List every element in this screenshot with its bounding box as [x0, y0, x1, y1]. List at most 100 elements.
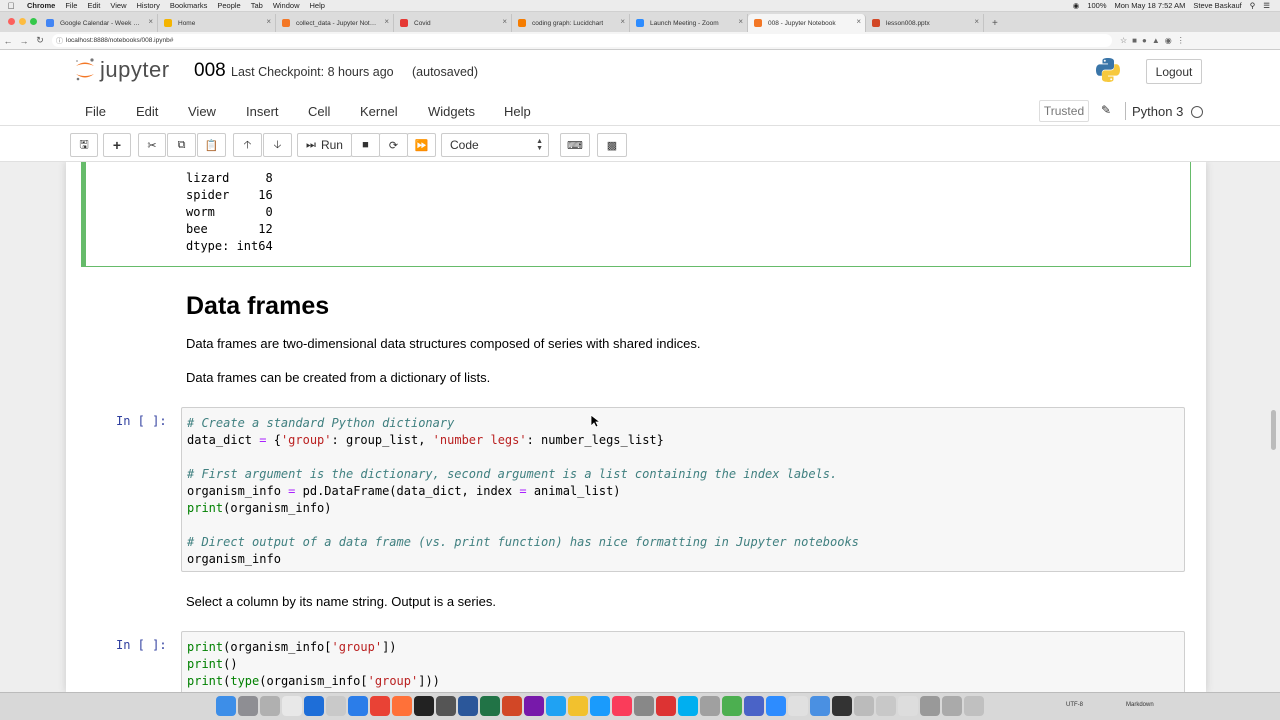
extension-icon[interactable]: ▲ — [1152, 36, 1160, 45]
os-menu-view[interactable]: View — [105, 1, 131, 10]
scrollbar-thumb[interactable] — [1271, 410, 1276, 450]
photos-icon[interactable] — [568, 696, 588, 716]
browser-tab[interactable]: Launch Meeting - Zoom × — [630, 14, 748, 32]
menu-kernel[interactable]: Kernel — [360, 104, 398, 119]
app-icon[interactable] — [700, 696, 720, 716]
tab-close-icon[interactable]: × — [266, 17, 271, 26]
tab-close-icon[interactable]: × — [974, 17, 979, 26]
markdown-paragraph[interactable]: Data frames are two-dimensional data str… — [186, 336, 700, 351]
os-menu-tab[interactable]: Tab — [246, 1, 268, 10]
onenote-icon[interactable] — [524, 696, 544, 716]
forward-icon[interactable]: → — [16, 36, 32, 46]
minimize-window-icon[interactable] — [19, 18, 26, 25]
menu-help[interactable]: Help — [504, 104, 531, 119]
chrome-icon[interactable] — [370, 696, 390, 716]
firefox-icon[interactable] — [392, 696, 412, 716]
system-preferences-icon[interactable] — [260, 696, 280, 716]
menu-list-icon[interactable]: ☰ — [1259, 1, 1274, 10]
reload-icon[interactable]: ↻ — [32, 35, 48, 46]
browser-tab[interactable]: lesson008.pptx × — [866, 14, 984, 32]
jupyter-logo[interactable]: jupyter — [74, 57, 170, 83]
profile-icon[interactable]: ◉ — [1165, 36, 1172, 45]
restart-run-all-button[interactable]: ⏩ — [407, 133, 436, 157]
outlook-icon[interactable] — [304, 696, 324, 716]
app-icon[interactable] — [832, 696, 852, 716]
markdown-paragraph[interactable]: Data frames can be created from a dictio… — [186, 370, 490, 385]
save-button[interactable]: 🖫 — [70, 133, 98, 157]
terminal-icon[interactable] — [414, 696, 434, 716]
safari-icon[interactable] — [546, 696, 566, 716]
menu-insert[interactable]: Insert — [246, 104, 279, 119]
run-button[interactable]: ⏭ Run — [297, 133, 352, 157]
document-icon[interactable] — [876, 696, 896, 716]
finder-icon[interactable] — [216, 696, 236, 716]
folder-icon[interactable] — [810, 696, 830, 716]
os-menu-people[interactable]: People — [212, 1, 245, 10]
menu-widgets[interactable]: Widgets — [428, 104, 475, 119]
menu-cell[interactable]: Cell — [308, 104, 330, 119]
close-window-icon[interactable] — [8, 18, 15, 25]
tab-close-icon[interactable]: × — [620, 17, 625, 26]
document-icon[interactable] — [920, 696, 940, 716]
menu-edit[interactable]: Edit — [136, 104, 158, 119]
back-icon[interactable]: ← — [0, 36, 16, 46]
preview-icon[interactable] — [326, 696, 346, 716]
code-cell-input[interactable]: # Create a standard Python dictionary da… — [181, 407, 1185, 572]
app-icon[interactable] — [722, 696, 742, 716]
menu-view[interactable]: View — [188, 104, 216, 119]
music-icon[interactable] — [612, 696, 632, 716]
tab-close-icon[interactable]: × — [502, 17, 507, 26]
url-field[interactable]: ⓘ localhost:8888/notebooks/008.ipynb# — [52, 34, 1112, 47]
move-up-button[interactable]: 🡡 — [233, 133, 262, 157]
trash-icon[interactable] — [964, 696, 984, 716]
os-menu-window[interactable]: Window — [268, 1, 305, 10]
cut-button[interactable]: ✂ — [138, 133, 166, 157]
excel-icon[interactable] — [480, 696, 500, 716]
document-icon[interactable] — [942, 696, 962, 716]
tab-close-icon[interactable]: × — [148, 17, 153, 26]
tab-close-icon[interactable]: × — [738, 17, 743, 26]
tab-close-icon[interactable]: × — [856, 17, 861, 26]
downloads-icon[interactable] — [788, 696, 808, 716]
new-tab-icon[interactable]: + — [984, 14, 1006, 32]
copy-button[interactable]: ⧉ — [167, 133, 196, 157]
insert-cell-button[interactable]: + — [103, 133, 131, 157]
browser-tab[interactable]: coding graph: Lucidchart × — [512, 14, 630, 32]
interrupt-button[interactable]: ■ — [351, 133, 380, 157]
terminal-icon[interactable] — [436, 696, 456, 716]
browser-tab[interactable]: Google Calendar - Week of M... × — [40, 14, 158, 32]
logout-button[interactable]: Logout — [1146, 59, 1202, 84]
os-menu-app[interactable]: Chrome — [22, 1, 60, 10]
bookmark-star-icon[interactable]: ☆ — [1120, 36, 1127, 45]
info-icon[interactable]: ⓘ — [56, 36, 63, 46]
notebook-name[interactable]: 008 — [194, 60, 226, 82]
browser-tab[interactable]: Covid × — [394, 14, 512, 32]
zoom-icon[interactable] — [766, 696, 786, 716]
zotero-icon[interactable] — [656, 696, 676, 716]
chart-button[interactable]: ▩ — [597, 133, 627, 157]
extension-icon[interactable]: ● — [1142, 36, 1147, 45]
launchpad-icon[interactable] — [238, 696, 258, 716]
clock[interactable]: Mon May 18 7:52 AM — [1111, 1, 1190, 10]
battery-text[interactable]: 100% — [1083, 1, 1110, 10]
skype-icon[interactable] — [678, 696, 698, 716]
command-palette-button[interactable]: ⌨ — [560, 133, 590, 157]
code-cell-input[interactable]: print(organism_info['group']) print() pr… — [181, 631, 1185, 692]
os-menu-help[interactable]: Help — [305, 1, 330, 10]
browser-tab[interactable]: Home × — [158, 14, 276, 32]
paste-button[interactable]: 📋 — [197, 133, 226, 157]
settings-icon[interactable] — [634, 696, 654, 716]
teams-icon[interactable] — [744, 696, 764, 716]
restart-button[interactable]: ⟳ — [379, 133, 408, 157]
cell-type-select[interactable]: Code ▲ ▼ — [441, 133, 549, 157]
wifi-icon[interactable]: ◉ — [1069, 1, 1084, 10]
document-icon[interactable] — [898, 696, 918, 716]
extension-icon[interactable]: ■ — [1132, 36, 1137, 45]
vscode-icon[interactable] — [348, 696, 368, 716]
os-menu-bookmarks[interactable]: Bookmarks — [165, 1, 213, 10]
more-icon[interactable]: ⋮ — [1177, 36, 1185, 45]
trusted-indicator[interactable]: Trusted — [1039, 100, 1089, 122]
document-icon[interactable] — [854, 696, 874, 716]
textedit-icon[interactable] — [282, 696, 302, 716]
apple-icon[interactable]:  — [0, 1, 22, 11]
